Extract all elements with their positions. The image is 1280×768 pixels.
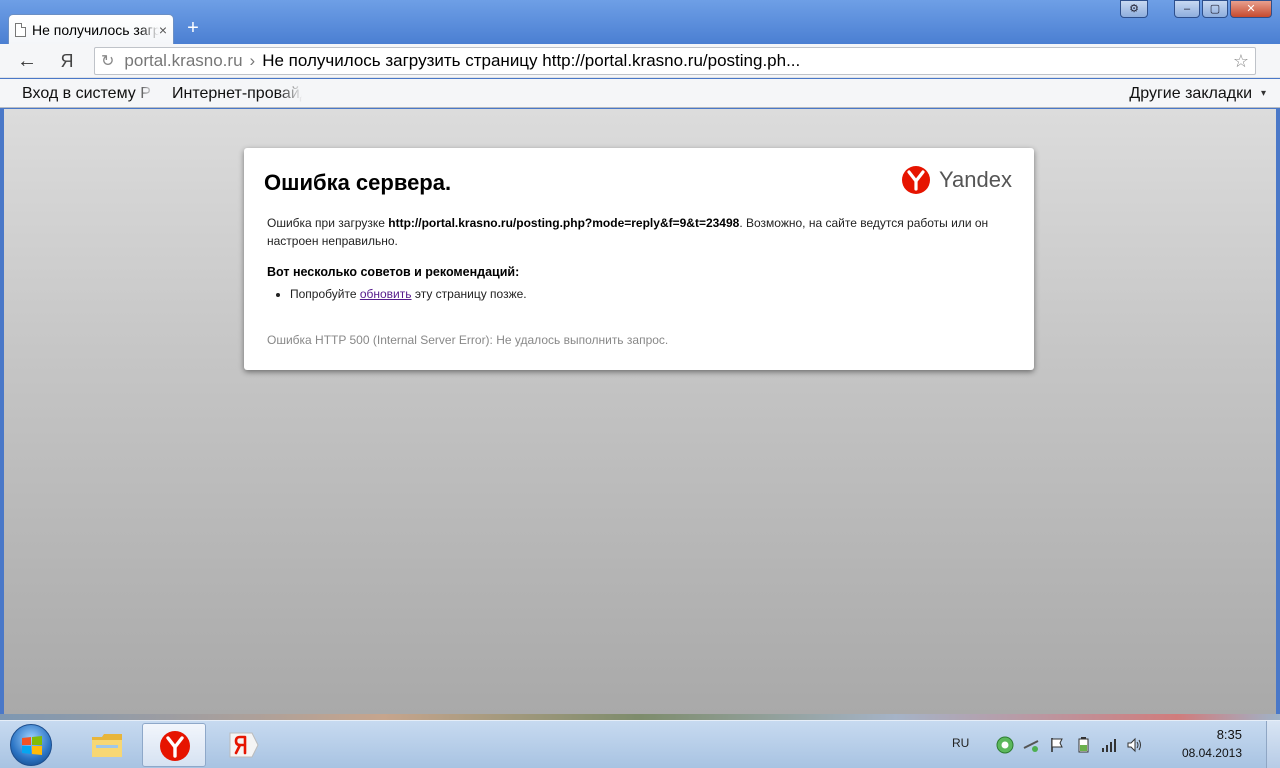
address-bar[interactable]: ↻ portal.krasno.ru › Не получилось загру… bbox=[94, 47, 1256, 75]
language-indicator[interactable]: RU bbox=[952, 736, 969, 750]
clock-time: 8:35 bbox=[1216, 727, 1242, 742]
error-description: Ошибка при загрузке http://portal.krasno… bbox=[267, 214, 1017, 250]
window-controls: ⚙ – ▢ ✕ bbox=[1118, 0, 1272, 20]
bookmark-item[interactable]: Интернет-провайдер bbox=[172, 85, 302, 103]
yandex-letter-icon bbox=[229, 732, 259, 758]
taskbar-explorer-button[interactable] bbox=[74, 723, 138, 767]
taskbar-yandex-browser-button[interactable] bbox=[142, 723, 206, 767]
close-window-button[interactable]: ✕ bbox=[1230, 0, 1272, 18]
failed-url: http://portal.krasno.ru/posting.php?mode… bbox=[388, 216, 740, 230]
clock[interactable]: 8:35 08.04.2013 bbox=[1182, 727, 1242, 760]
maximize-button[interactable]: ▢ bbox=[1202, 0, 1228, 18]
minimize-button[interactable]: – bbox=[1174, 0, 1200, 18]
yandex-button[interactable]: Я bbox=[54, 49, 80, 73]
start-button[interactable] bbox=[10, 724, 52, 766]
folder-icon bbox=[92, 734, 122, 757]
back-button[interactable]: ← bbox=[14, 49, 40, 73]
browser-toolbar: ← Я ↻ portal.krasno.ru › Не получилось з… bbox=[0, 44, 1280, 78]
chevron-down-icon[interactable]: ▾ bbox=[1261, 88, 1266, 99]
page-icon bbox=[15, 22, 26, 37]
bookmarks-bar: Вход в систему Р Интернет-провайдер Друг… bbox=[0, 79, 1280, 108]
system-tray: RU 8:35 08.04.2013 bbox=[940, 721, 1280, 768]
title-bar: Не получилось загрузить страницу × + ⚙ –… bbox=[0, 0, 1280, 44]
taskbar-yandex-app-button[interactable] bbox=[212, 723, 276, 767]
other-bookmarks[interactable]: Другие закладки bbox=[1129, 85, 1252, 103]
error-code-detail: Ошибка HTTP 500 (Internal Server Error):… bbox=[267, 333, 669, 347]
tips-heading: Вот несколько советов и рекомендаций: bbox=[267, 265, 520, 279]
address-host: portal.krasno.ru bbox=[124, 51, 243, 70]
yandex-browser-icon bbox=[160, 731, 190, 761]
close-icon[interactable]: × bbox=[159, 22, 167, 38]
page-content: Ошибка сервера. Yandex Ошибка при загруз… bbox=[4, 109, 1276, 714]
network-update-icon[interactable] bbox=[1022, 736, 1040, 754]
signal-icon[interactable] bbox=[1100, 736, 1118, 754]
windows-logo-icon bbox=[22, 736, 42, 755]
antivirus-icon[interactable] bbox=[996, 736, 1014, 754]
reload-link[interactable]: обновить bbox=[360, 287, 412, 301]
bookmark-item[interactable]: Вход в систему Р bbox=[22, 85, 154, 103]
yandex-logo-icon bbox=[902, 166, 931, 194]
flag-icon[interactable] bbox=[1048, 736, 1066, 754]
yandex-logo: Yandex bbox=[901, 165, 1012, 195]
address-page-title: Не получилось загрузить страницу http://… bbox=[262, 51, 801, 70]
clock-date: 08.04.2013 bbox=[1181, 746, 1242, 760]
star-icon[interactable]: ☆ bbox=[1233, 51, 1249, 72]
show-desktop-button[interactable] bbox=[1266, 721, 1280, 768]
tips-list: Попробуйте обновить эту страницу позже. bbox=[290, 285, 527, 303]
page-title: Ошибка сервера. bbox=[264, 170, 452, 195]
logo-text: Yandex bbox=[939, 167, 1012, 192]
tip-suffix: эту страницу позже. bbox=[411, 287, 527, 301]
tab-title: Не получилось загрузить страницу bbox=[32, 21, 159, 38]
gear-icon[interactable]: ⚙ bbox=[1120, 0, 1148, 18]
power-icon[interactable] bbox=[1074, 736, 1092, 754]
volume-icon[interactable] bbox=[1126, 736, 1144, 754]
error-card: Ошибка сервера. Yandex Ошибка при загруз… bbox=[244, 148, 1034, 370]
taskbar: RU 8:35 08.04.2013 bbox=[0, 720, 1280, 768]
browser-window: Не получилось загрузить страницу × + ⚙ –… bbox=[0, 0, 1280, 718]
description-prefix: Ошибка при загрузке bbox=[267, 216, 389, 230]
reload-icon[interactable]: ↻ bbox=[101, 51, 114, 71]
new-tab-button[interactable]: + bbox=[182, 18, 204, 38]
tip-prefix: Попробуйте bbox=[290, 287, 360, 301]
tab-active[interactable]: Не получилось загрузить страницу × bbox=[8, 14, 174, 44]
list-item: Попробуйте обновить эту страницу позже. bbox=[290, 285, 527, 303]
address-separator: › bbox=[249, 51, 256, 70]
